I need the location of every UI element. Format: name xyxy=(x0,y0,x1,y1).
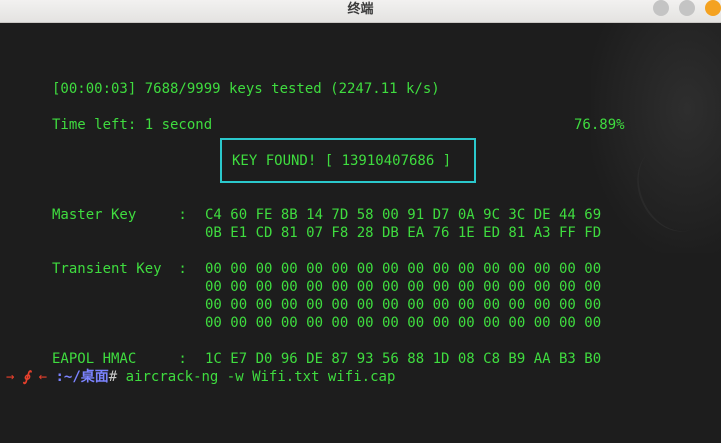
background-wallpaper xyxy=(591,23,721,253)
background-wallpaper-detail xyxy=(623,132,721,244)
percent-complete: 76.89% xyxy=(574,117,625,133)
transient-key-row: 00 00 00 00 00 00 00 00 00 00 00 00 00 0… xyxy=(205,297,602,313)
master-key-label: Master Key : xyxy=(52,207,196,223)
eapol-hmac-label: EAPOL HMAC : xyxy=(52,351,196,367)
prompt-command: aircrack-ng -w Wifi.txt wifi.cap xyxy=(117,369,396,385)
title-bar[interactable]: 终端 xyxy=(0,0,721,23)
master-key-row: C4 60 FE 8B 14 7D 58 00 91 D7 0A 9C 3C D… xyxy=(205,207,602,223)
terminal-output[interactable]: [00:00:03] 7688/9999 keys tested (2247.1… xyxy=(0,23,721,443)
transient-key-row: 00 00 00 00 00 00 00 00 00 00 00 00 00 0… xyxy=(205,261,602,277)
key-found-box: KEY FOUND! [ 13910407686 ] xyxy=(220,138,476,183)
transient-key-row: 00 00 00 00 00 00 00 00 00 00 00 00 00 0… xyxy=(205,279,602,295)
time-left-line: Time left: 1 second xyxy=(52,117,213,133)
master-key-row: 0B E1 CD 81 07 F8 28 DB EA 76 1E ED 81 A… xyxy=(205,225,602,241)
eapol-hmac-row: 1C E7 D0 96 DE 87 93 56 88 1D 08 C8 B9 A… xyxy=(205,351,602,367)
terminal-window: 终端 [00:00:03] 7688/9999 keys tested (224… xyxy=(0,0,721,443)
prompt-hash: # xyxy=(108,369,118,385)
prompt-left-arrow-icon: ← xyxy=(38,369,48,385)
transient-key-row: 00 00 00 00 00 00 00 00 00 00 00 00 00 0… xyxy=(205,315,602,331)
prompt-path: :~/桌面 xyxy=(55,369,109,385)
prompt-symbol-icon: ∮ xyxy=(22,369,31,385)
maximize-button[interactable] xyxy=(679,0,695,16)
minimize-button[interactable] xyxy=(653,0,669,16)
close-button[interactable] xyxy=(705,0,721,16)
shell-prompt-line[interactable]: → ∮ ← :~/桌面# aircrack-ng -w Wifi.txt wif… xyxy=(6,368,395,386)
transient-key-label: Transient Key : xyxy=(52,261,196,277)
prompt-arrow-icon: → xyxy=(6,369,15,385)
progress-line: [00:00:03] 7688/9999 keys tested (2247.1… xyxy=(52,81,440,97)
key-found-text: KEY FOUND! [ 13910407686 ] xyxy=(232,153,452,169)
window-title: 终端 xyxy=(347,2,374,17)
